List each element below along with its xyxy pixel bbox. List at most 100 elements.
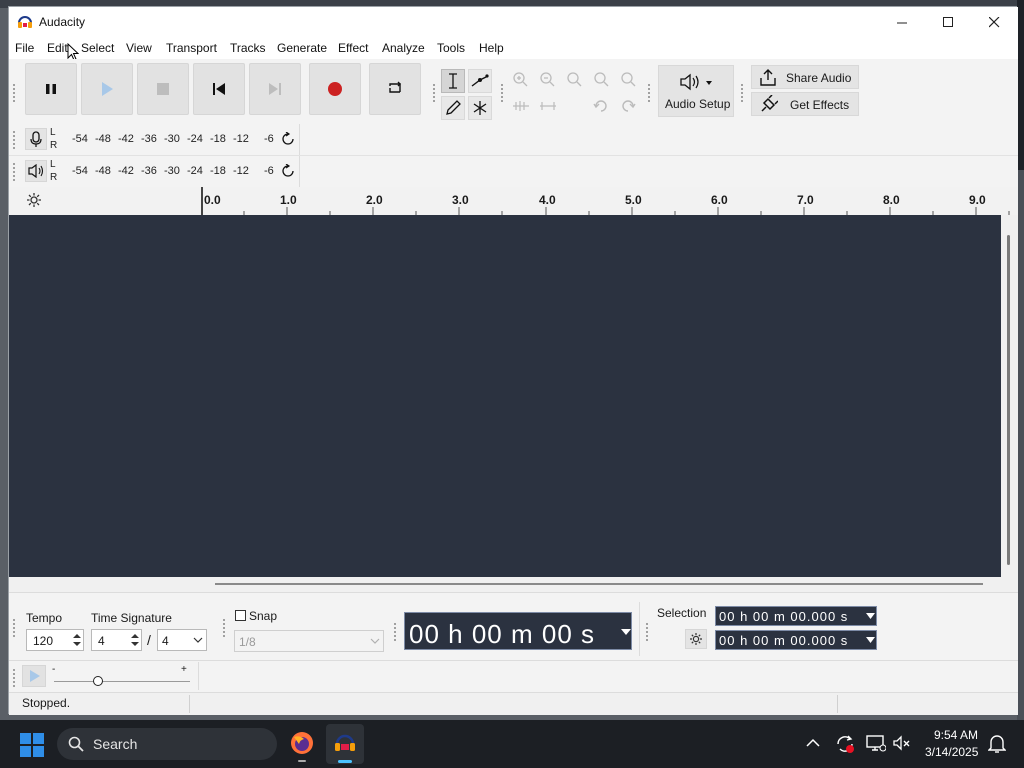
track-area[interactable]	[9, 215, 1001, 577]
taskbar-search-box[interactable]: Search	[57, 728, 277, 760]
toolbar-grip[interactable]	[12, 130, 16, 150]
ts-numerator-spinbox[interactable]: 4	[91, 629, 142, 651]
ruler-label: 9.0	[969, 193, 986, 207]
pause-button[interactable]	[25, 63, 77, 115]
network-icon[interactable]	[866, 734, 886, 752]
menu-transport[interactable]: Transport	[166, 41, 217, 55]
menu-view[interactable]: View	[126, 41, 152, 55]
menu-effect[interactable]: Effect	[338, 41, 368, 55]
toolbar-grip[interactable]	[12, 162, 16, 182]
minimize-button[interactable]	[879, 7, 925, 37]
toolbar-grip[interactable]	[645, 622, 649, 642]
speaker-dropdown-icon	[680, 73, 712, 91]
envelope-tool[interactable]	[468, 69, 492, 93]
maximize-button[interactable]	[925, 7, 971, 37]
gear-icon[interactable]	[26, 192, 42, 208]
speed-slider-thumb[interactable]	[93, 676, 103, 686]
toolbar-grip[interactable]	[740, 83, 744, 103]
menu-generate[interactable]: Generate	[277, 41, 327, 55]
silence-button[interactable]	[539, 99, 563, 119]
time-display[interactable]: 00 h 00 m 00 s	[404, 612, 632, 650]
sync-alert-icon[interactable]	[835, 734, 855, 754]
toolbar-grip[interactable]	[432, 83, 436, 103]
draw-tool[interactable]	[441, 96, 465, 120]
clock-date[interactable]: 3/14/2025	[925, 745, 978, 759]
window-title: Audacity	[39, 15, 86, 29]
horizontal-scrollbar[interactable]	[9, 577, 1018, 592]
share-audio-button[interactable]: Share Audio	[751, 65, 859, 89]
snap-checkbox[interactable]	[235, 610, 246, 621]
meter-options-icon[interactable]	[281, 164, 295, 178]
rec-scale-tick: -24	[187, 133, 203, 145]
play-scale-tick: -24	[187, 165, 203, 177]
play-at-speed-button[interactable]	[22, 665, 46, 687]
zoom-in-button[interactable]	[512, 71, 536, 95]
toolbar-grip[interactable]	[12, 668, 16, 688]
selection-options-button[interactable]	[685, 629, 707, 649]
play-channel-right: R	[50, 172, 58, 183]
toolbar-grip[interactable]	[500, 83, 504, 103]
skip-to-end-button[interactable]	[249, 63, 301, 115]
close-icon	[988, 16, 999, 27]
zoom-toggle-button[interactable]	[620, 71, 644, 95]
toolbar-grip[interactable]	[222, 618, 226, 638]
toolbar-grip[interactable]	[393, 622, 397, 642]
selection-start-field[interactable]: 00 h 00 m 00.000 s	[715, 606, 877, 626]
chevron-up-icon[interactable]	[806, 738, 820, 748]
rec-scale-tick: -30	[164, 133, 180, 145]
record-icon	[328, 82, 342, 96]
menu-file[interactable]: File	[15, 41, 34, 55]
zoom-out-button[interactable]	[539, 71, 563, 95]
redo-button[interactable]	[620, 99, 644, 119]
trim-button[interactable]	[512, 99, 536, 119]
selection-tool[interactable]	[441, 69, 465, 93]
menu-tracks[interactable]: Tracks	[230, 41, 266, 55]
volume-muted-icon[interactable]	[893, 735, 913, 753]
windows-start-icon[interactable]	[20, 733, 44, 757]
timeline-ruler[interactable]: 0.0 1.0 2.0 3.0 4.0 5.0 6.0 7.0 8.0 9.0	[9, 187, 1018, 216]
stop-button[interactable]	[137, 63, 189, 115]
skip-to-start-button[interactable]	[193, 63, 245, 115]
multi-tool[interactable]	[468, 96, 492, 120]
fit-project-button[interactable]	[593, 71, 617, 95]
loop-button[interactable]	[369, 63, 421, 115]
firefox-icon	[291, 732, 313, 754]
vertical-scrollbar[interactable]	[1001, 215, 1018, 577]
ts-denominator-dropdown[interactable]: 4	[157, 629, 207, 651]
toolbar-grip[interactable]	[647, 83, 651, 103]
taskbar-audacity[interactable]	[326, 724, 364, 764]
playback-meter[interactable]: -54 -48 -42 -36 -30 -24 -18 -12 -6	[59, 158, 295, 184]
menu-select[interactable]: Select	[81, 41, 114, 55]
undo-button[interactable]	[593, 99, 617, 119]
toolbar-grip[interactable]	[12, 618, 16, 638]
get-effects-label: Get Effects	[790, 98, 850, 112]
notification-bell-icon[interactable]	[988, 734, 1006, 754]
menu-help[interactable]: Help	[479, 41, 504, 55]
menu-tools[interactable]: Tools	[437, 41, 465, 55]
tempo-spinbox[interactable]: 120	[26, 629, 84, 651]
speed-slider-track[interactable]	[54, 681, 190, 682]
share-audio-label: Share Audio	[786, 71, 852, 85]
menu-bar: File Edit Select View Transport Tracks G…	[9, 37, 1018, 61]
menu-analyze[interactable]: Analyze	[382, 41, 425, 55]
selection-end-field[interactable]: 00 h 00 m 00.000 s	[715, 630, 877, 650]
audio-setup-button[interactable]: Audio Setup	[658, 65, 734, 117]
clock-time[interactable]: 9:54 AM	[934, 728, 978, 742]
stop-icon	[157, 83, 169, 95]
meter-options-icon[interactable]	[281, 132, 295, 146]
spin-arrows-icon[interactable]	[130, 632, 140, 648]
toolbar-grip[interactable]	[12, 83, 16, 103]
taskbar: Search 9:54 AM 3/14/2025	[0, 720, 1024, 768]
playback-meter-button[interactable]	[25, 160, 47, 182]
taskbar-firefox[interactable]	[284, 724, 320, 764]
spin-arrows-icon[interactable]	[72, 632, 82, 648]
record-meter[interactable]: -54 -48 -42 -36 -30 -24 -18 -12 -6	[59, 126, 295, 152]
menu-edit[interactable]: Edit	[47, 41, 68, 55]
snap-dropdown[interactable]: 1/8	[234, 630, 384, 652]
play-button[interactable]	[81, 63, 133, 115]
close-button[interactable]	[971, 7, 1017, 37]
fit-selection-button[interactable]	[566, 71, 590, 95]
get-effects-button[interactable]: Get Effects	[751, 92, 859, 116]
record-meter-button[interactable]	[25, 128, 47, 150]
record-button[interactable]	[309, 63, 361, 115]
